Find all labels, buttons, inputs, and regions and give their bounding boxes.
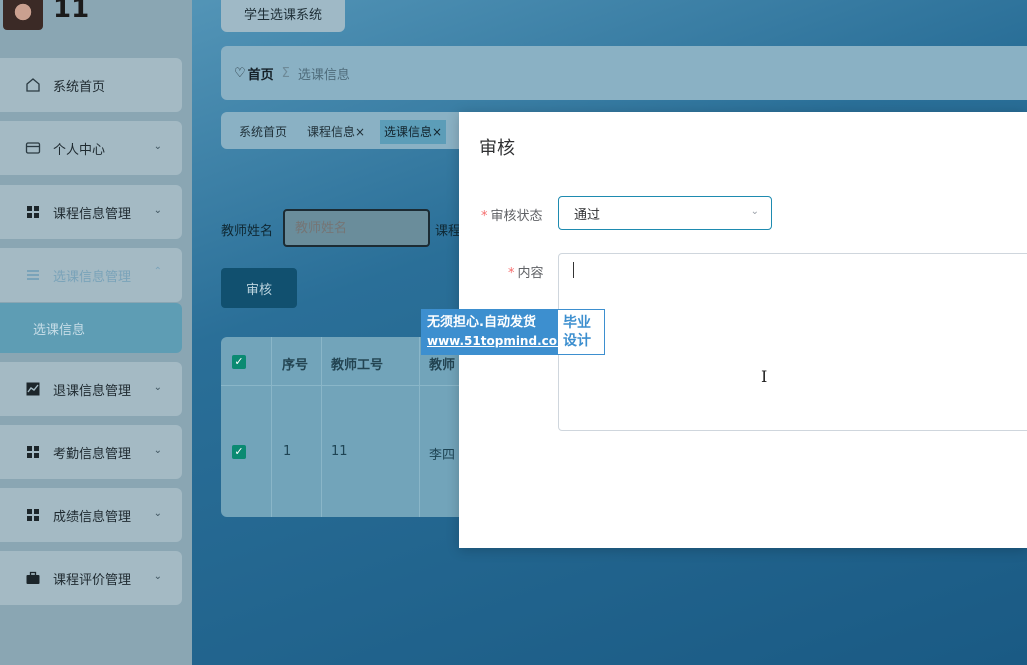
sidebar-item-label: 退课信息管理 xyxy=(53,383,132,399)
text-caret xyxy=(573,262,574,278)
tag-label: 系统首页 xyxy=(239,125,288,139)
status-field-label: * 审核状态 xyxy=(481,205,543,224)
breadcrumb: ♡ 首页 Σ 选课信息 xyxy=(221,46,1027,100)
watermark-slogan: 无须担心.自动发货 xyxy=(427,315,536,330)
header-teacher-id[interactable]: 教师工号 xyxy=(331,354,383,373)
card-icon xyxy=(25,140,41,156)
tag-selection-info[interactable]: 选课信息× xyxy=(380,120,447,144)
chevron-down-icon: ⌄ xyxy=(153,571,162,582)
close-icon[interactable]: × xyxy=(432,125,442,139)
tag-label: 选课信息 xyxy=(384,125,433,139)
tag-label: 课程信息 xyxy=(307,125,356,139)
sidebar-item-drop-info[interactable]: 退课信息管理 ⌄ xyxy=(0,362,182,416)
sidebar-item-selection-info[interactable]: 选课信息管理 ⌃ xyxy=(0,248,182,302)
watermark-word-2: 设计 xyxy=(563,333,591,349)
column-divider xyxy=(321,337,322,517)
watermark-url: www.51topmind.com xyxy=(427,334,570,348)
dialog-title: 审核 xyxy=(479,138,515,159)
teacher-name-label: 教师姓名 xyxy=(221,224,274,239)
sidebar-item-label: 个人中心 xyxy=(53,142,106,158)
system-title: 学生选课系统 xyxy=(243,7,322,23)
heart-icon: ♡ xyxy=(234,65,246,81)
header-teacher-name[interactable]: 教师 xyxy=(429,354,455,373)
chevron-down-icon: ⌄ xyxy=(153,382,162,393)
sidebar-item-label: 选课信息管理 xyxy=(53,269,132,285)
watermark-right: 毕业 设计 xyxy=(558,310,604,354)
header-index[interactable]: 序号 xyxy=(282,354,308,373)
sidebar-item-course-info[interactable]: 课程信息管理 ⌄ xyxy=(0,185,182,239)
watermark-word-1: 毕业 xyxy=(563,315,591,331)
cell-teacher-name: 李四 xyxy=(429,448,456,463)
username: 11 xyxy=(53,0,90,24)
ibeam-cursor-icon: I xyxy=(761,367,768,386)
select-all-checkbox[interactable]: ✓ xyxy=(232,355,246,369)
sidebar-item-label: 课程信息管理 xyxy=(53,206,132,222)
sidebar: 11 系统首页 个人中心 ⌄ 课程信息管理 ⌄ 选课信息管理 ⌃ 选课信息 退课… xyxy=(0,0,192,665)
required-mark: * xyxy=(481,209,488,224)
audit-status-select[interactable]: 通过 ⌄ xyxy=(558,196,772,230)
required-mark: * xyxy=(508,266,515,281)
grid-icon xyxy=(25,507,41,523)
audit-button-label: 审核 xyxy=(245,282,272,298)
sidebar-item-grades[interactable]: 成绩信息管理 ⌄ xyxy=(0,488,182,542)
breadcrumb-home[interactable]: 首页 xyxy=(248,64,274,83)
chevron-down-icon: ⌄ xyxy=(153,508,162,519)
system-title-tab[interactable]: 学生选课系统 xyxy=(221,0,345,32)
chevron-down-icon: ⌄ xyxy=(153,205,162,216)
chart-icon xyxy=(25,381,41,397)
breadcrumb-separator: Σ xyxy=(281,65,290,81)
sidebar-subitem-label: 选课信息 xyxy=(33,322,86,338)
sidebar-item-label: 成绩信息管理 xyxy=(53,509,132,525)
sidebar-item-label: 系统首页 xyxy=(53,79,106,95)
grid-icon xyxy=(25,444,41,460)
audit-status-value: 通过 xyxy=(574,207,601,223)
sidebar-item-label: 考勤信息管理 xyxy=(53,446,132,462)
column-divider xyxy=(271,337,272,517)
sidebar-item-attendance[interactable]: 考勤信息管理 ⌄ xyxy=(0,425,182,479)
sidebar-subitem-selection-info[interactable]: 选课信息 xyxy=(0,303,182,353)
tag-course-info[interactable]: 课程信息× xyxy=(303,120,369,144)
chevron-down-icon: ⌄ xyxy=(153,445,162,456)
chevron-up-icon: ⌃ xyxy=(153,266,162,277)
breadcrumb-current: 选课信息 xyxy=(297,67,350,83)
row-checkbox[interactable]: ✓ xyxy=(232,445,246,459)
course-label: 课程 xyxy=(435,224,462,239)
sidebar-item-label: 课程评价管理 xyxy=(53,572,132,588)
chevron-down-icon: ⌄ xyxy=(153,141,162,152)
list-icon xyxy=(25,267,41,283)
status-label-text: 审核状态 xyxy=(490,209,543,224)
grid-icon xyxy=(25,204,41,220)
sidebar-item-home[interactable]: 系统首页 xyxy=(0,58,182,112)
user-header: 11 xyxy=(0,0,192,34)
audit-button[interactable]: 审核 xyxy=(221,268,297,308)
column-divider xyxy=(419,337,420,517)
tag-home[interactable]: 系统首页 xyxy=(235,120,291,144)
watermark-badge: 无须担心.自动发货 www.51topmind.com 毕业 设计 xyxy=(421,309,605,355)
teacher-name-input[interactable] xyxy=(283,209,430,247)
briefcase-icon xyxy=(25,570,41,586)
avatar[interactable] xyxy=(3,0,43,30)
cell-index: 1 xyxy=(283,444,292,459)
chevron-down-icon: ⌄ xyxy=(750,206,759,217)
watermark-left: 无须担心.自动发货 www.51topmind.com xyxy=(422,310,570,354)
content-field-label: * 内容 xyxy=(508,262,544,281)
close-icon[interactable]: × xyxy=(355,125,365,139)
sidebar-item-personal-center[interactable]: 个人中心 ⌄ xyxy=(0,121,182,175)
content-textarea[interactable] xyxy=(558,253,1027,431)
content-label-text: 内容 xyxy=(517,266,544,281)
home-icon xyxy=(25,77,41,93)
cell-teacher-id: 11 xyxy=(331,444,348,459)
sidebar-item-course-evaluation[interactable]: 课程评价管理 ⌄ xyxy=(0,551,182,605)
